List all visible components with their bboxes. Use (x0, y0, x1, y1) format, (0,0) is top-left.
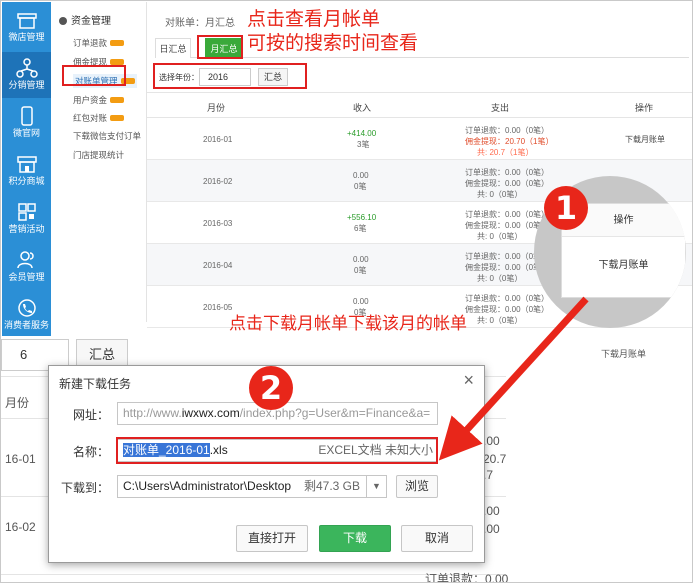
arrow-to-filename (438, 296, 589, 461)
screenshot-frame: 微店管理 分销管理 微官网 积分商城 营销活动 会员管理 消费者服务 资金管理 (0, 0, 693, 583)
annotation-arrows (438, 296, 589, 461)
